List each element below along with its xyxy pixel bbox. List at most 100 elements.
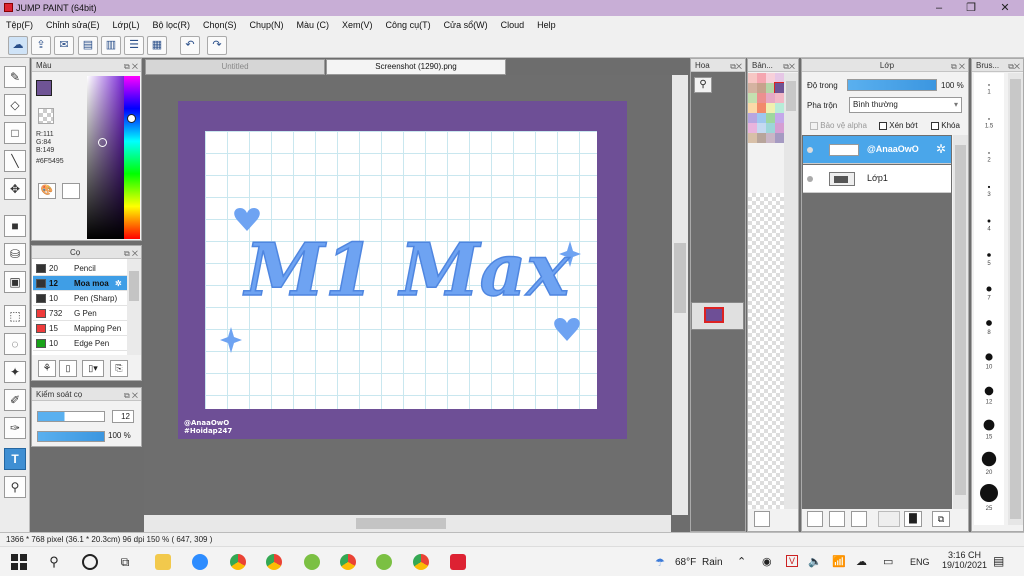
select-eraser-tool-icon[interactable]: ✑ [4, 417, 26, 439]
undo-icon[interactable]: ↶ [180, 36, 200, 55]
brush-size-list[interactable]: 1 1.5 2 3 4 5 7 8 10 12 15 20 25 [974, 73, 1004, 525]
folder-icon[interactable]: ▇ [904, 511, 922, 527]
merge-layer-icon[interactable]: ⧉ [932, 511, 950, 527]
hue-slider[interactable] [124, 76, 140, 239]
weather-icon[interactable]: ☂ [655, 556, 665, 569]
palette-icon[interactable]: 🎨 [38, 183, 56, 199]
chrome-icon[interactable] [230, 554, 246, 570]
clock[interactable]: 3:16 CH 19/10/2021 [942, 550, 987, 570]
menu-layer[interactable]: Lớp(L) [113, 20, 140, 30]
list-icon[interactable]: ☰ [124, 36, 144, 55]
layer-item[interactable]: Lớp1 [803, 165, 951, 193]
navigator-options-icon[interactable]: ⧉✕ [730, 60, 742, 73]
cortana-icon[interactable] [82, 554, 98, 570]
zoom-icon[interactable]: ⚲ [694, 77, 712, 93]
layer-opacity-slider[interactable] [847, 79, 937, 91]
task-view-icon[interactable]: ⧉ [117, 554, 133, 570]
menu-file[interactable]: Tệp(F) [6, 20, 33, 30]
file-explorer-icon[interactable] [155, 554, 171, 570]
eraser-tool-icon[interactable]: ◇ [4, 94, 26, 116]
menu-view[interactable]: Xem(V) [342, 20, 373, 30]
menu-select[interactable]: Chọn(S) [203, 20, 237, 30]
cloud-sync-icon[interactable]: ☁ [8, 36, 28, 55]
layer-properties-icon[interactable] [851, 511, 867, 527]
grid-paper[interactable]: M1 Max [205, 131, 597, 409]
coccoc-icon[interactable] [304, 554, 320, 570]
blend-mode-select[interactable]: Bình thường ▾ [849, 97, 962, 113]
canvas-horizontal-scrollbar[interactable] [144, 515, 671, 532]
brush-size-dot[interactable] [981, 451, 997, 467]
menu-window[interactable]: Cửa sổ(W) [444, 20, 488, 30]
gradient-tool-icon[interactable]: ▣ [4, 271, 26, 293]
hue-slider-handle[interactable] [127, 114, 136, 123]
network-tray-icon[interactable]: ◉ [762, 555, 772, 568]
bucket-tool-icon[interactable]: ⛁ [4, 243, 26, 265]
notification-icon[interactable]: ▤ [993, 554, 1004, 568]
brush-list-scrollbar[interactable] [127, 259, 141, 355]
brush-size-dot[interactable] [984, 386, 994, 396]
brush-item[interactable]: 15 Mapping Pen [33, 321, 127, 336]
note-icon[interactable]: ▤ [78, 36, 98, 55]
wifi-icon[interactable]: 📶 [832, 555, 846, 568]
copy-layer-icon[interactable] [829, 511, 845, 527]
brush-size-slider[interactable] [37, 411, 105, 422]
menu-help[interactable]: Help [537, 20, 556, 30]
palette-swatch-grid[interactable] [748, 73, 785, 193]
menu-filter[interactable]: Bộ lọc(R) [152, 20, 190, 30]
brush-size-dot[interactable] [986, 286, 992, 292]
palette-scrollbar[interactable] [784, 73, 798, 509]
layer-item-selected[interactable]: @AnaaOwO ✲ [803, 136, 951, 164]
page-icon[interactable]: ▥ [101, 36, 121, 55]
windows-start-icon[interactable] [11, 554, 27, 570]
layer-scrollbar[interactable] [953, 135, 968, 509]
lock-checkbox[interactable] [931, 121, 939, 130]
battery-icon[interactable]: ▭ [883, 555, 893, 568]
fill-shape-tool-icon[interactable]: ■ [4, 215, 26, 237]
chrome-alt-icon[interactable] [340, 554, 356, 570]
language-indicator[interactable]: ENG [910, 557, 930, 567]
chevron-up-icon[interactable]: ⌃ [737, 555, 746, 568]
brush-menu-icon[interactable]: ▯▾ [82, 360, 104, 377]
menu-color[interactable]: Màu (C) [297, 20, 330, 30]
brush-item-selected[interactable]: 12 Moa moa ✲ [33, 276, 127, 291]
eye-icon[interactable] [807, 147, 813, 153]
brush-size-value[interactable]: 12 [112, 410, 134, 423]
eye-icon[interactable] [807, 176, 813, 182]
comment-icon[interactable]: ✉ [54, 36, 74, 55]
canvas-vertical-scrollbar[interactable] [672, 75, 688, 515]
layer-options-icon[interactable]: ⧉ ✕ [951, 60, 965, 73]
brush-size-dot[interactable] [980, 484, 998, 502]
panel-options-icon[interactable]: ⧉ ✕ [124, 60, 138, 73]
onedrive-icon[interactable]: ☁ [856, 555, 867, 568]
weather-temp[interactable]: 68°F [675, 557, 696, 568]
line-tool-icon[interactable]: ╲ [4, 150, 26, 172]
brush-item[interactable]: 10 Pen (Sharp) [33, 291, 127, 306]
menu-cloud[interactable]: Cloud [501, 20, 525, 30]
lasso-tool-icon[interactable]: ◌ [4, 333, 26, 355]
brush-size-dot[interactable] [987, 185, 991, 189]
minimize-button[interactable]: – [928, 1, 950, 15]
brush-size-dot[interactable] [987, 219, 991, 223]
brush-size-scrollbar[interactable] [1008, 73, 1023, 525]
palette-new-icon[interactable] [754, 511, 770, 527]
saturation-value-picker[interactable] [87, 76, 124, 239]
new-brush-icon[interactable]: ▯ [59, 360, 77, 377]
brush-copy-icon[interactable]: ⎘ [110, 360, 128, 377]
brush-size-options-icon[interactable]: ⧉✕ [1008, 60, 1020, 73]
share-icon[interactable]: ⇪ [31, 36, 51, 55]
redo-icon[interactable]: ↷ [207, 36, 227, 55]
brush-size-dot[interactable] [988, 84, 990, 86]
select-pen-tool-icon[interactable]: ✐ [4, 389, 26, 411]
brush-item[interactable]: 732 G Pen [33, 306, 127, 321]
layer-settings-icon[interactable]: ✲ [936, 142, 946, 156]
brush-control-options-icon[interactable]: ⧉ ✕ [124, 389, 138, 402]
eyedropper-tool-icon[interactable]: ⚲ [4, 476, 26, 498]
chrome-third-icon[interactable] [413, 554, 429, 570]
menu-capture[interactable]: Chụp(N) [250, 20, 284, 30]
brush-size-dot[interactable] [985, 353, 993, 361]
close-button[interactable]: ✕ [994, 1, 1016, 15]
coccoc-alt-icon[interactable] [376, 554, 392, 570]
brush-tool-icon[interactable]: ✎ [4, 66, 26, 88]
grid-icon[interactable]: ▦ [147, 36, 167, 55]
color-options-icon[interactable] [62, 183, 80, 199]
